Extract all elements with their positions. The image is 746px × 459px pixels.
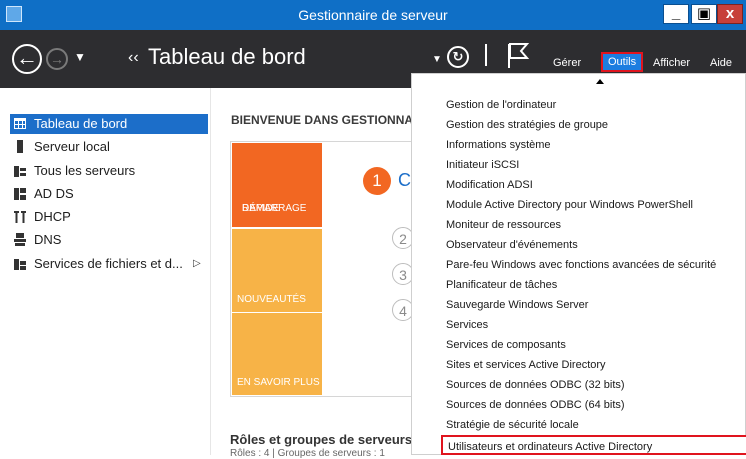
menu-item-local-security-policy[interactable]: Stratégie de sécurité locale xyxy=(446,419,579,431)
sidebar-item-all-servers[interactable]: Tous les serveurs xyxy=(10,161,208,181)
breadcrumb: Tableau de bord xyxy=(148,44,306,69)
toolbar-divider xyxy=(485,44,487,66)
roles-section-title: Rôles et groupes de serveurs xyxy=(230,432,413,447)
menu-aide[interactable]: Aide xyxy=(710,57,732,69)
menu-item-computer-management[interactable]: Gestion de l'ordinateur xyxy=(446,99,556,111)
menu-item-component-services[interactable]: Services de composants xyxy=(446,339,566,351)
tile-label: NOUVEAUTÉS xyxy=(237,294,306,305)
tile-label: EN SAVOIR PLUS xyxy=(237,377,320,388)
dhcp-icon xyxy=(14,211,26,223)
adds-icon xyxy=(14,188,26,200)
sidebar-item-label: Tableau de bord xyxy=(34,116,128,131)
menu-item-resource-monitor[interactable]: Moniteur de ressources xyxy=(446,219,561,231)
sidebar-item-adds[interactable]: AD DS xyxy=(10,184,208,204)
roles-section-summary: Rôles : 4 | Groupes de serveurs : 1 xyxy=(230,448,385,459)
tile-quick-start[interactable]: DÉMARRAGE RAPIDE xyxy=(232,143,322,227)
expand-arrow-icon[interactable]: ▷ xyxy=(193,254,201,274)
sidebar-item-label: AD DS xyxy=(34,186,74,201)
back-arrow-icon[interactable]: ← xyxy=(12,44,42,74)
refresh-icon[interactable]: ↻ xyxy=(447,46,469,68)
menu-item-ad-powershell-module[interactable]: Module Active Directory pour Windows Pow… xyxy=(446,199,693,211)
sidebar-item-dhcp[interactable]: DHCP xyxy=(10,207,208,227)
sidebar-item-dns[interactable]: DNS xyxy=(10,230,208,250)
menu-item-group-policy[interactable]: Gestion des stratégies de groupe xyxy=(446,119,608,131)
server-icon xyxy=(17,140,23,153)
history-dropdown-icon[interactable]: ▼ xyxy=(74,50,86,64)
dns-icon xyxy=(14,233,26,246)
sidebar-item-label: DNS xyxy=(34,232,62,247)
sidebar-item-label: Services de fichiers et d... xyxy=(34,256,183,271)
menu-item-ad-users-computers[interactable]: Utilisateurs et ordinateurs Active Direc… xyxy=(441,435,746,455)
close-button[interactable]: x xyxy=(717,4,743,24)
sidebar-item-label: Serveur local xyxy=(34,139,110,154)
step-1-link[interactable]: C xyxy=(398,170,411,191)
tile-whats-new[interactable]: NOUVEAUTÉS xyxy=(232,229,322,312)
welcome-heading: BIENVENUE DANS GESTIONNA xyxy=(231,113,411,127)
servers-icon xyxy=(14,166,26,177)
sidebar-item-dashboard[interactable]: Tableau de bord xyxy=(10,114,208,134)
sidebar-item-label: DHCP xyxy=(34,209,71,224)
forward-arrow-icon[interactable]: → xyxy=(46,48,68,70)
menu-item-system-information[interactable]: Informations système xyxy=(446,139,551,151)
step-1-badge[interactable]: 1 xyxy=(363,167,391,195)
sidebar-item-local-server[interactable]: Serveur local xyxy=(10,137,208,157)
menu-item-firewall-advanced[interactable]: Pare-feu Windows avec fonctions avancées… xyxy=(446,259,716,271)
breadcrumb-chevron-icon: ‹‹ xyxy=(128,49,139,66)
menu-item-services[interactable]: Services xyxy=(446,319,488,331)
tile-learn-more[interactable]: EN SAVOIR PLUS xyxy=(232,313,322,395)
menu-item-odbc-64[interactable]: Sources de données ODBC (64 bits) xyxy=(446,399,625,411)
title-bar: Gestionnaire de serveur _ ▣ x xyxy=(0,0,746,30)
notifications-flag-icon[interactable] xyxy=(505,42,531,70)
menu-item-odbc-32[interactable]: Sources de données ODBC (32 bits) xyxy=(446,379,625,391)
menu-outils[interactable]: Outils xyxy=(600,52,644,72)
menu-item-iscsi-initiator[interactable]: Initiateur iSCSI xyxy=(446,159,519,171)
menu-pointer-icon xyxy=(596,79,604,84)
menu-afficher[interactable]: Afficher xyxy=(653,57,690,69)
tile-label: RAPIDE xyxy=(242,203,280,214)
maximize-button[interactable]: ▣ xyxy=(691,4,717,24)
menu-item-ad-sites-services[interactable]: Sites et services Active Directory xyxy=(446,359,606,371)
menu-item-adsi-edit[interactable]: Modification ADSI xyxy=(446,179,533,191)
minimize-button[interactable]: _ xyxy=(663,4,689,24)
window-title: Gestionnaire de serveur xyxy=(298,7,448,23)
menu-item-event-viewer[interactable]: Observateur d'événements xyxy=(446,239,578,251)
dashboard-icon xyxy=(14,118,26,129)
refresh-dropdown-icon[interactable]: ▼ xyxy=(432,54,442,65)
sidebar-item-file-services[interactable]: Services de fichiers et d... ▷ xyxy=(10,254,208,274)
menu-item-windows-server-backup[interactable]: Sauvegarde Windows Server xyxy=(446,299,588,311)
file-services-icon xyxy=(14,259,26,270)
menu-gerer[interactable]: Gérer xyxy=(553,57,581,69)
menu-item-task-scheduler[interactable]: Planificateur de tâches xyxy=(446,279,557,291)
sidebar-item-label: Tous les serveurs xyxy=(34,163,136,178)
